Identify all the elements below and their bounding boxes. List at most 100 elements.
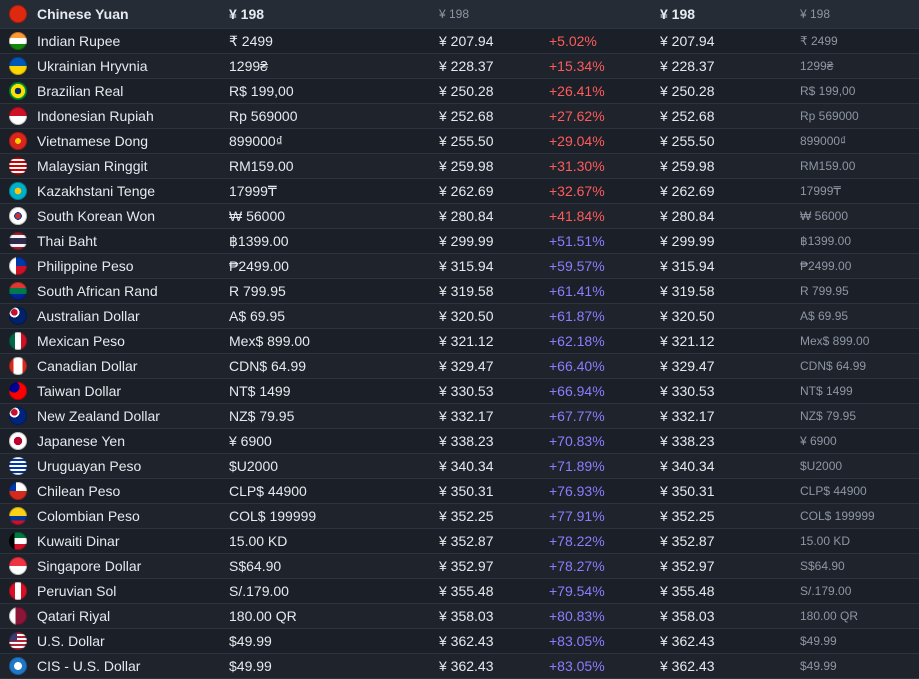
local-price: ฿1399.00 [229,232,289,249]
converted-price-secondary: ¥ 252.68 [660,108,715,124]
table-row[interactable]: South Korean Won ₩ 56000 ¥ 280.84 +41.84% ¥ … [0,204,919,229]
local-price: NZ$ 79.95 [229,408,295,424]
converted-price-secondary: ¥ 319.58 [660,283,715,299]
table-row[interactable]: Brazilian Real R$ 199,00 ¥ 250.28 +26.41% ¥ … [0,79,919,104]
table-row[interactable]: Ukrainian Hryvnia 1299₴ ¥ 228.37 +15.34% ¥ 2… [0,54,919,79]
currency-name-cell: Thai Baht [0,232,219,250]
price-difference: +78.27% [549,558,605,574]
local-price-secondary: 899000₫ [800,134,847,148]
local-price-secondary: RM159.00 [800,159,856,173]
price-difference: +76.93% [549,483,605,499]
table-row[interactable]: Thai Baht ฿1399.00 ¥ 299.99 +51.51% ¥ 299.99… [0,229,919,254]
currency-name: New Zealand Dollar [37,408,160,424]
converted-price: ¥ 329.47 [439,358,494,374]
converted-price: ¥ 362.43 [439,658,494,674]
converted-price-secondary: ¥ 321.12 [660,333,715,349]
table-row[interactable]: Uruguayan Peso $U2000 ¥ 340.34 +71.89% ¥ 340… [0,454,919,479]
currency-name: South African Rand [37,283,158,299]
currency-name: Colombian Peso [37,508,140,524]
table-row[interactable]: Japanese Yen ¥ 6900 ¥ 338.23 +70.83% ¥ 338.2… [0,429,919,454]
flag-icon [9,132,27,150]
local-price-secondary: 1299₴ [800,59,834,73]
currency-name-cell: Ukrainian Hryvnia [0,57,219,75]
local-price-secondary: ฿1399.00 [800,234,852,248]
local-price-secondary: COL$ 199999 [800,509,875,523]
converted-price: ¥ 319.58 [439,283,494,299]
table-row[interactable]: Kazakhstani Tenge 17999₸ ¥ 262.69 +32.67% ¥ … [0,179,919,204]
flag-icon [9,5,27,23]
price-difference: +70.83% [549,433,605,449]
currency-name-cell: South African Rand [0,282,219,300]
converted-price-secondary: ¥ 259.98 [660,158,715,174]
table-row[interactable]: Peruvian Sol S/.179.00 ¥ 355.48 +79.54% ¥ 35… [0,579,919,604]
price-difference: +27.62% [549,108,605,124]
converted-price: ¥ 330.53 [439,383,494,399]
table-row[interactable]: Qatari Riyal 180.00 QR ¥ 358.03 +80.83% ¥ 35… [0,604,919,629]
local-price-secondary: S/.179.00 [800,584,852,598]
table-row[interactable]: Philippine Peso ₱2499.00 ¥ 315.94 +59.57% ¥ … [0,254,919,279]
local-price: 180.00 QR [229,608,297,624]
flag-icon [9,532,27,550]
table-row[interactable]: U.S. Dollar $49.99 ¥ 362.43 +83.05% ¥ 362.43… [0,629,919,654]
local-price: COL$ 199999 [229,508,317,524]
table-row[interactable]: Canadian Dollar CDN$ 64.99 ¥ 329.47 +66.40%… [0,354,919,379]
table-row[interactable]: Australian Dollar A$ 69.95 ¥ 320.50 +61.87%… [0,304,919,329]
table-row[interactable]: Chinese Yuan ¥ 198 ¥ 198 ¥ 198 ¥ 198 [0,0,919,29]
flag-icon [9,282,27,300]
currency-name: Mexican Peso [37,333,125,349]
currency-name: Brazilian Real [37,83,124,99]
table-row[interactable]: Malaysian Ringgit RM159.00 ¥ 259.98 +31.30%… [0,154,919,179]
currency-name: Ukrainian Hryvnia [37,58,148,74]
currency-name: Peruvian Sol [37,583,117,599]
table-row[interactable]: Mexican Peso Mex$ 899.00 ¥ 321.12 +62.18% ¥ … [0,329,919,354]
table-row[interactable]: CIS - U.S. Dollar $49.99 ¥ 362.43 +83.05% ¥ … [0,654,919,679]
price-difference: +66.94% [549,383,605,399]
table-row[interactable]: Singapore Dollar S$64.90 ¥ 352.97 +78.27% ¥ … [0,554,919,579]
converted-price-secondary: ¥ 329.47 [660,358,715,374]
converted-price-secondary: ¥ 338.23 [660,433,715,449]
converted-price-secondary: ¥ 207.94 [660,33,715,49]
currency-name-cell: Chinese Yuan [0,5,219,23]
local-price: $U2000 [229,458,279,474]
currency-name-cell: Indonesian Rupiah [0,107,219,125]
local-price-secondary: ₹ 2499 [800,34,838,48]
price-difference: +41.84% [549,208,605,224]
local-price: 899000₫ [229,133,283,149]
converted-price: ¥ 320.50 [439,308,494,324]
converted-price: ¥ 255.50 [439,133,494,149]
converted-price: ¥ 350.31 [439,483,494,499]
converted-price: ¥ 315.94 [439,258,494,274]
table-row[interactable]: New Zealand Dollar NZ$ 79.95 ¥ 332.17 +67.7… [0,404,919,429]
currency-name: Kuwaiti Dinar [37,533,120,549]
local-price: R 799.95 [229,283,286,299]
price-difference: +26.41% [549,83,605,99]
table-row[interactable]: South African Rand R 799.95 ¥ 319.58 +61.41… [0,279,919,304]
converted-price: ¥ 252.68 [439,108,494,124]
converted-price: ¥ 352.87 [439,533,494,549]
converted-price-secondary: ¥ 315.94 [660,258,715,274]
local-price: ₱2499.00 [229,258,289,274]
converted-price: ¥ 262.69 [439,183,494,199]
table-row[interactable]: Chilean Peso CLP$ 44900 ¥ 350.31 +76.93% ¥ 3… [0,479,919,504]
price-difference: +83.05% [549,633,605,649]
local-price: Rp 569000 [229,108,298,124]
table-row[interactable]: Indian Rupee ₹ 2499 ¥ 207.94 +5.02% ¥ 207.94… [0,29,919,54]
converted-price-secondary: ¥ 352.87 [660,533,715,549]
price-difference: +32.67% [549,183,605,199]
price-comparison-table: Chinese Yuan ¥ 198 ¥ 198 ¥ 198 ¥ 198 Indian R… [0,0,919,679]
price-difference: +77.91% [549,508,605,524]
converted-price: ¥ 358.03 [439,608,494,624]
currency-name: CIS - U.S. Dollar [37,658,141,674]
currency-name-cell: Kuwaiti Dinar [0,532,219,550]
converted-price-secondary: ¥ 262.69 [660,183,715,199]
local-price-secondary: R$ 199,00 [800,84,856,98]
flag-icon [9,582,27,600]
table-row[interactable]: Indonesian Rupiah Rp 569000 ¥ 252.68 +27.62… [0,104,919,129]
price-difference: +31.30% [549,158,605,174]
currency-name-cell: Australian Dollar [0,307,219,325]
table-row[interactable]: Colombian Peso COL$ 199999 ¥ 352.25 +77.91%… [0,504,919,529]
currency-name: Canadian Dollar [37,358,138,374]
table-row[interactable]: Taiwan Dollar NT$ 1499 ¥ 330.53 +66.94% ¥ 33… [0,379,919,404]
table-row[interactable]: Kuwaiti Dinar 15.00 KD ¥ 352.87 +78.22% ¥ 35… [0,529,919,554]
table-row[interactable]: Vietnamese Dong 899000₫ ¥ 255.50 +29.04% ¥ 2… [0,129,919,154]
